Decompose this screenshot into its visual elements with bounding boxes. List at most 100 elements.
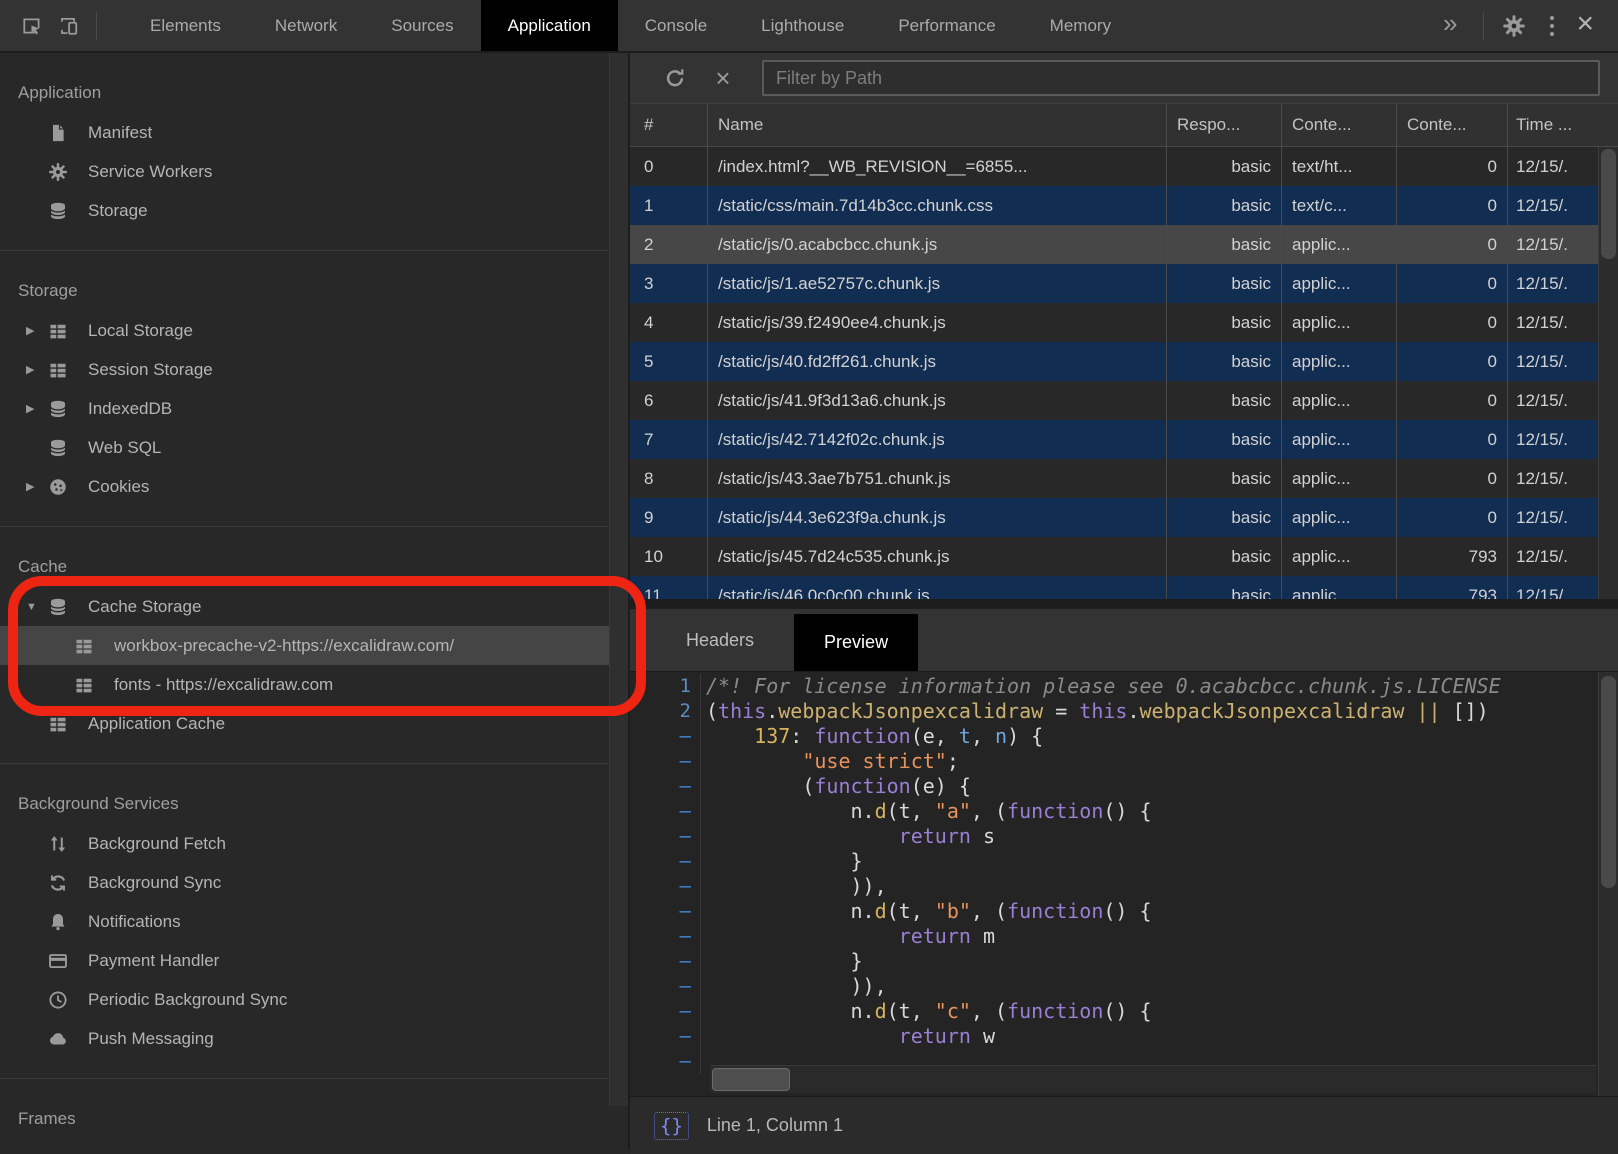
settings-gear-icon[interactable] [1494, 14, 1534, 38]
tab-console[interactable]: Console [618, 0, 734, 51]
cell-response-type: basic [1167, 147, 1282, 186]
tab-memory[interactable]: Memory [1023, 0, 1138, 51]
topbar-right-icons: » × [1433, 8, 1618, 43]
code-h-scrollbar[interactable] [710, 1065, 1596, 1093]
line-number[interactable]: – [630, 974, 701, 999]
column-header-name[interactable]: Name [708, 104, 1167, 146]
sidebar-scrollbar[interactable] [609, 53, 628, 1106]
sidebar-item-background-fetch[interactable]: Background Fetch [0, 824, 628, 863]
line-number[interactable]: – [630, 749, 701, 774]
clear-icon[interactable]: × [708, 65, 738, 91]
close-icon[interactable]: × [1570, 9, 1606, 43]
line-number[interactable]: – [630, 824, 701, 849]
table-row[interactable]: 3/static/js/1.ae52757c.chunk.jsbasicappl… [630, 264, 1618, 303]
sidebar-item-web-sql[interactable]: Web SQL [0, 428, 628, 467]
table-scrollbar[interactable] [1598, 147, 1618, 599]
chevron-right-icon[interactable]: ▶ [26, 363, 48, 376]
code-scrollbar[interactable] [1598, 672, 1618, 1096]
table-row[interactable]: 7/static/js/42.7142f02c.chunk.jsbasicapp… [630, 420, 1618, 459]
preview-tab-headers[interactable]: Headers [660, 609, 780, 671]
cell-name: /static/css/main.7d14b3cc.chunk.css [708, 186, 1167, 225]
cell-content-type: applic... [1282, 225, 1397, 264]
tab-application[interactable]: Application [481, 0, 618, 51]
sidebar-item-storage[interactable]: Storage [0, 191, 628, 230]
table-row[interactable]: 9/static/js/44.3e623f9a.chunk.jsbasicapp… [630, 498, 1618, 537]
line-number[interactable]: – [630, 874, 701, 899]
code-scrollbar-thumb[interactable] [1601, 676, 1616, 888]
table-row[interactable]: 0/index.html?__WB_REVISION__=6855...basi… [630, 147, 1618, 186]
sidebar-item-label: Payment Handler [88, 951, 219, 971]
sidebar-item-manifest[interactable]: Manifest [0, 113, 628, 152]
sidebar-item-application-cache[interactable]: Application Cache [0, 704, 628, 743]
chevron-right-icon[interactable]: ▶ [26, 324, 48, 337]
sidebar-item-push-messaging[interactable]: Push Messaging [0, 1019, 628, 1058]
table-row[interactable]: 4/static/js/39.f2490ee4.chunk.jsbasicapp… [630, 303, 1618, 342]
sidebar-item-payment-handler[interactable]: Payment Handler [0, 941, 628, 980]
device-toolbar-icon[interactable] [50, 8, 86, 44]
code-line: – )), [630, 974, 1618, 999]
sidebar-item-cache-storage[interactable]: ▼Cache Storage [0, 587, 628, 626]
line-number[interactable]: – [630, 949, 701, 974]
line-number[interactable]: – [630, 724, 701, 749]
table-row[interactable]: 5/static/js/40.fd2ff261.chunk.jsbasicapp… [630, 342, 1618, 381]
column-header-conte[interactable]: Conte... [1282, 104, 1397, 146]
sidebar-item-notifications[interactable]: Notifications [0, 902, 628, 941]
table-scrollbar-thumb[interactable] [1601, 149, 1616, 259]
line-number[interactable]: – [630, 999, 701, 1024]
code-h-scrollbar-thumb[interactable] [712, 1068, 790, 1091]
sidebar-item-session-storage[interactable]: ▶Session Storage [0, 350, 628, 389]
line-number[interactable]: 2 [630, 699, 701, 724]
table-row[interactable]: 11/static/js/46.0c0c00.chunk.jsbasicappl… [630, 576, 1618, 599]
line-number[interactable]: – [630, 1024, 701, 1049]
grid-icon [48, 359, 72, 381]
tab-lighthouse[interactable]: Lighthouse [734, 0, 871, 51]
table-row[interactable]: 1/static/css/main.7d14b3cc.chunk.cssbasi… [630, 186, 1618, 225]
sidebar-item-periodic-background-sync[interactable]: Periodic Background Sync [0, 980, 628, 1019]
line-number[interactable]: – [630, 899, 701, 924]
line-number[interactable]: 1 [630, 674, 701, 699]
cell-index: 2 [630, 225, 708, 264]
line-number[interactable]: – [630, 924, 701, 949]
column-header-respo[interactable]: Respo... [1167, 104, 1282, 146]
sidebar-item-label: IndexedDB [88, 399, 172, 419]
sidebar-item-service-workers[interactable]: Service Workers [0, 152, 628, 191]
filter-by-path-input[interactable] [762, 60, 1600, 96]
line-number[interactable]: – [630, 849, 701, 874]
more-tabs-icon[interactable]: » [1433, 8, 1473, 43]
line-number[interactable]: – [630, 774, 701, 799]
sidebar-item-indexeddb[interactable]: ▶ IndexedDB [0, 389, 628, 428]
table-row[interactable]: 6/static/js/41.9f3d13a6.chunk.jsbasicapp… [630, 381, 1618, 420]
chevron-down-icon[interactable]: ▼ [26, 601, 48, 613]
preview-tab-preview[interactable]: Preview [794, 614, 918, 671]
panel-divider[interactable] [628, 53, 630, 1150]
column-header-time[interactable]: Time ... [1508, 104, 1618, 146]
horizontal-splitter[interactable] [630, 599, 1618, 609]
sidebar-item-cookies[interactable]: ▶Cookies [0, 467, 628, 506]
table-row[interactable]: 10/static/js/45.7d24c535.chunk.jsbasicap… [630, 537, 1618, 576]
topbar-left-icons [0, 8, 107, 44]
cell-content-length: 0 [1397, 342, 1508, 381]
table-row[interactable]: 8/static/js/43.3ae7b751.chunk.jsbasicapp… [630, 459, 1618, 498]
application-sidebar: ApplicationManifestService WorkersStorag… [0, 53, 628, 1150]
line-number[interactable]: – [630, 1049, 701, 1074]
table-row[interactable]: 2/static/js/0.acabcbcc.chunk.jsbasicappl… [630, 225, 1618, 264]
chevron-right-icon[interactable]: ▶ [26, 480, 48, 493]
column-header-hash[interactable]: # [630, 104, 708, 146]
refresh-icon[interactable] [660, 63, 690, 93]
tab-elements[interactable]: Elements [123, 0, 248, 51]
table-body: 0/index.html?__WB_REVISION__=6855...basi… [630, 147, 1618, 599]
cell-content-length: 0 [1397, 498, 1508, 537]
format-braces-icon[interactable]: {} [654, 1112, 689, 1140]
column-header-conte[interactable]: Conte... [1397, 104, 1508, 146]
sidebar-item-fonts-https-excalidraw-com[interactable]: fonts - https://excalidraw.com [0, 665, 628, 704]
sidebar-item-workbox-precache-v2-https-excalidraw-com[interactable]: workbox-precache-v2-https://excalidraw.c… [0, 626, 628, 665]
sidebar-item-local-storage[interactable]: ▶Local Storage [0, 311, 628, 350]
line-number[interactable]: – [630, 799, 701, 824]
tab-sources[interactable]: Sources [364, 0, 480, 51]
inspect-cursor-icon[interactable] [14, 8, 50, 44]
sidebar-item-background-sync[interactable]: Background Sync [0, 863, 628, 902]
tab-performance[interactable]: Performance [871, 0, 1022, 51]
chevron-right-icon[interactable]: ▶ [26, 402, 48, 415]
three-dots-menu-icon[interactable] [1534, 16, 1570, 36]
tab-network[interactable]: Network [248, 0, 364, 51]
